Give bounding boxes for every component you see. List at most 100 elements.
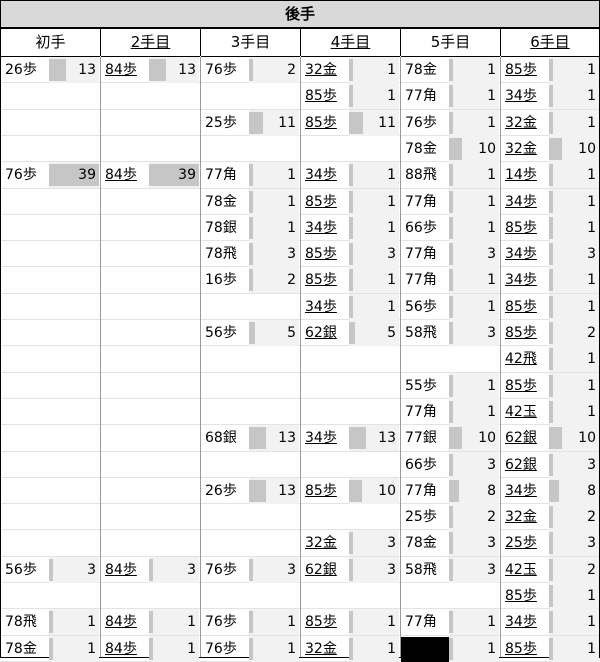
count-cell: 2 xyxy=(549,504,599,531)
count-bar xyxy=(549,85,553,108)
move-cell[interactable]: 85歩 xyxy=(501,294,553,320)
move-cell[interactable]: 34歩 xyxy=(301,215,353,241)
move-cell[interactable]: 84歩 xyxy=(101,609,153,635)
count-cell: 3 xyxy=(549,241,599,268)
move-cell[interactable]: 42飛 xyxy=(501,346,553,372)
count-value: 2 xyxy=(287,62,296,78)
count-value: 8 xyxy=(587,482,596,499)
count-bar xyxy=(449,164,453,187)
move-cell[interactable]: 34歩 xyxy=(301,425,353,451)
move-cell: 25歩 xyxy=(405,509,437,526)
count-value: 1 xyxy=(587,272,596,289)
kifu-table: 後手 初手 2手目 3手目 4手目 5手目 6手目 26歩 13 84歩 13 76歩 2… xyxy=(0,0,600,662)
count-value: 5 xyxy=(387,325,396,341)
move-cell[interactable]: 42玉 xyxy=(501,557,553,583)
move-cell[interactable]: 34歩 xyxy=(301,294,353,320)
count-cell: 3 xyxy=(349,556,399,583)
count-value: 1 xyxy=(287,614,296,631)
move-cell[interactable]: 85歩 xyxy=(501,320,553,346)
move-cell[interactable]: 85歩 xyxy=(301,241,353,267)
move-cell[interactable]: 84歩 xyxy=(101,162,153,188)
move-cell[interactable]: 62銀 xyxy=(301,320,353,346)
move-cell[interactable]: 32金 xyxy=(301,530,353,556)
count-bar xyxy=(549,295,553,318)
move-cell[interactable]: 84歩 xyxy=(101,557,153,583)
move-cell[interactable]: 85歩 xyxy=(301,267,353,293)
move-cell[interactable]: 62銀 xyxy=(301,557,353,583)
count-bar xyxy=(549,216,553,239)
move-cell[interactable]: 14歩 xyxy=(501,162,553,188)
move-cell[interactable]: 84歩 xyxy=(101,57,153,83)
count-value: 10 xyxy=(578,140,596,157)
move-cell[interactable]: 25歩 xyxy=(501,530,553,556)
count-bar xyxy=(449,295,453,318)
count-cell: 1 xyxy=(549,398,599,425)
move-cell[interactable]: 32金 xyxy=(501,110,553,136)
count-cell: 8 xyxy=(449,477,499,504)
move-cell[interactable]: 85歩 xyxy=(301,83,353,109)
move-cell[interactable]: 34歩 xyxy=(301,162,353,188)
header-column-divider xyxy=(300,29,301,56)
move-cell: 77角 xyxy=(205,167,237,184)
count-value: 1 xyxy=(487,193,496,210)
move-cell[interactable]: 34歩 xyxy=(501,83,553,109)
count-value: 1 xyxy=(387,219,396,236)
move-cell: 78飛 xyxy=(5,614,37,631)
move-cell[interactable]: 85歩 xyxy=(301,189,353,215)
count-value: 13 xyxy=(278,482,296,499)
move-cell: 77角 xyxy=(405,482,437,499)
count-bar xyxy=(549,111,553,134)
move-cell[interactable]: 34歩 xyxy=(501,189,553,215)
count-bar xyxy=(149,558,153,581)
move-cell[interactable]: 32金 xyxy=(501,504,553,530)
move-cell[interactable]: 34歩 xyxy=(501,267,553,293)
count-value: 3 xyxy=(87,561,96,578)
move-cell[interactable]: 34歩 xyxy=(501,609,553,635)
count-cell: 3 xyxy=(349,530,399,557)
count-value: 3 xyxy=(487,535,496,552)
move-cell[interactable]: 62銀 xyxy=(501,452,553,478)
count-cell: 1 xyxy=(249,214,299,241)
move-cell[interactable]: 85歩 xyxy=(501,57,553,83)
count-value: 3 xyxy=(487,246,496,263)
count-cell: 3 xyxy=(449,241,499,268)
move-cell[interactable]: 85歩 xyxy=(501,215,553,241)
move-cell[interactable]: 62銀 xyxy=(501,425,553,451)
column-divider xyxy=(300,57,301,657)
count-value: 1 xyxy=(587,62,596,78)
move-cell: 78銀 xyxy=(205,219,237,236)
count-cell: 1 xyxy=(449,214,499,241)
count-value: 1 xyxy=(487,614,496,631)
count-bar xyxy=(449,243,453,266)
move-cell[interactable]: 34歩 xyxy=(501,241,553,267)
move-cell[interactable]: 42玉 xyxy=(501,399,553,425)
count-cell: 2 xyxy=(549,556,599,583)
count-value: 1 xyxy=(487,403,496,420)
count-value: 1 xyxy=(487,114,496,131)
move-cell[interactable]: 32金 xyxy=(301,57,353,83)
move-cell[interactable]: 32金 xyxy=(501,136,553,162)
move-cell[interactable]: 85歩 xyxy=(501,373,553,399)
count-value: 3 xyxy=(187,561,196,578)
move-cell[interactable]: 85歩 xyxy=(301,609,353,635)
move-cell[interactable]: 85歩 xyxy=(301,478,353,504)
count-value: 1 xyxy=(587,640,596,657)
count-value: 13 xyxy=(378,430,396,447)
count-cell: 1 xyxy=(49,609,99,636)
move-cell[interactable]: 85歩 xyxy=(501,583,553,609)
count-cell: 1 xyxy=(349,293,399,320)
count-value: 3 xyxy=(287,246,296,263)
count-cell: 13 xyxy=(49,57,99,83)
count-bar xyxy=(549,400,553,423)
count-bar xyxy=(249,611,253,634)
count-bar xyxy=(549,322,553,344)
move-cell[interactable]: 34歩 xyxy=(501,478,553,504)
move-cell: 77角 xyxy=(405,614,437,631)
count-value: 1 xyxy=(387,640,396,657)
count-value: 13 xyxy=(78,62,96,78)
count-bar xyxy=(349,59,353,81)
move-cell[interactable]: 85歩 xyxy=(301,110,353,136)
move-cell: 77角 xyxy=(405,193,437,210)
count-value: 1 xyxy=(187,614,196,631)
count-value: 13 xyxy=(178,62,196,78)
